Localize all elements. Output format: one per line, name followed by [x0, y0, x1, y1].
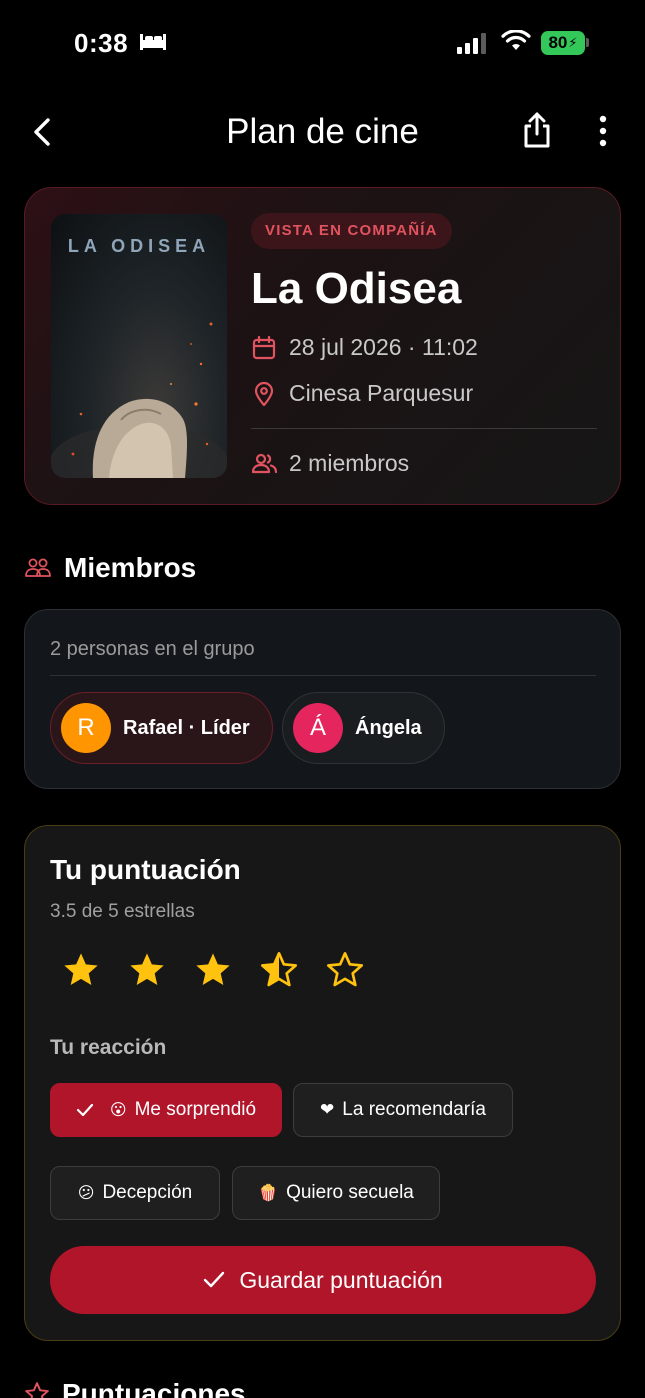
member-name: Rafael · Líder — [123, 716, 250, 739]
reaction-chip-disappointed[interactable]: 😕 Decepción — [50, 1166, 220, 1220]
reaction-label-text: La recomendaría — [342, 1099, 486, 1120]
half-star-icon-4[interactable] — [259, 950, 299, 990]
reaction-label-text: Me sorprendió — [134, 1099, 257, 1120]
heart-icon: ❤ — [320, 1100, 335, 1119]
save-button-label: Guardar puntuación — [239, 1266, 443, 1293]
people-icon — [251, 453, 277, 473]
star-icon-1[interactable] — [61, 950, 101, 990]
member-chip-angela[interactable]: Á Ángela — [282, 692, 445, 764]
avatar: R — [61, 703, 111, 753]
movie-plan-card[interactable]: LA ODISEA VISTA EN COMPAÑÍA La Odisea 28… — [24, 187, 621, 505]
more-options-icon[interactable] — [598, 114, 608, 153]
reaction-chip-recommend[interactable]: ❤ La recomendaría — [293, 1083, 513, 1137]
reaction-label-text: Decepción — [102, 1182, 193, 1203]
members-divider — [50, 675, 596, 676]
wifi-icon — [501, 29, 531, 57]
battery-indicator: 80 ⚡ — [541, 31, 585, 55]
ratings-section-heading: Puntuaciones — [24, 1378, 246, 1398]
save-rating-button[interactable]: Guardar puntuación — [50, 1246, 596, 1314]
member-chip-rafael[interactable]: R Rafael · Líder — [50, 692, 273, 764]
members-count-row: 2 miembros — [251, 450, 409, 477]
rating-summary: 3.5 de 5 estrellas — [50, 901, 195, 922]
reaction-chip-sequel[interactable]: 🍿 Quiero secuela — [232, 1166, 440, 1220]
shared-viewing-badge: VISTA EN COMPAÑÍA — [251, 213, 452, 249]
status-time: 0:38 — [74, 28, 129, 58]
ratings-heading: Puntuaciones — [62, 1378, 246, 1398]
reaction-label-text: Quiero secuela — [286, 1182, 414, 1203]
members-section-heading: Miembros — [24, 552, 196, 584]
star-outline-icon — [25, 1382, 49, 1398]
group-size-text: 2 personas en el grupo — [50, 638, 255, 660]
movie-poster: LA ODISEA — [51, 214, 227, 478]
reaction-label: Tu reacción — [50, 1036, 167, 1059]
card-divider — [251, 428, 597, 429]
star-icon-3[interactable] — [193, 950, 233, 990]
location-pin-icon — [254, 381, 274, 406]
members-card: 2 personas en el grupo R Rafael · Líder … — [24, 609, 621, 789]
sleep-mode-icon — [139, 32, 167, 57]
share-icon[interactable] — [520, 110, 554, 155]
your-rating-card: Tu puntuación 3.5 de 5 estrellas Tu reac… — [24, 825, 621, 1341]
empty-star-icon-5[interactable] — [325, 950, 365, 990]
date-time-row: 28 jul 2026 · 11:02 — [251, 334, 478, 361]
check-icon — [76, 1103, 94, 1117]
group-icon — [25, 558, 51, 577]
rating-title: Tu puntuación — [50, 854, 241, 885]
battery-tip — [586, 38, 589, 47]
venue-text: Cinesa Parquesur — [289, 380, 474, 406]
avatar: Á — [293, 703, 343, 753]
battery-level: 80 — [548, 33, 568, 52]
status-bar: 0:38 80 ⚡ — [0, 0, 645, 90]
popcorn-icon: 🍿 — [258, 1185, 279, 1202]
emoji-surprised-icon: 😮 — [109, 1102, 127, 1119]
venue-row: Cinesa Parquesur — [251, 380, 473, 407]
date-time-text: 28 jul 2026 · 11:02 — [289, 334, 478, 360]
star-icon-2[interactable] — [127, 950, 167, 990]
star-rating[interactable] — [61, 950, 365, 990]
members-count-text: 2 miembros — [289, 450, 410, 476]
check-icon — [204, 1271, 225, 1288]
emoji-confused-icon: 😕 — [77, 1185, 95, 1202]
reaction-chip-surprised[interactable]: 😮 Me sorprendió — [50, 1083, 282, 1137]
calendar-icon — [252, 335, 276, 359]
poster-artwork — [51, 322, 227, 478]
charging-bolt-icon: ⚡ — [568, 35, 578, 50]
members-heading: Miembros — [64, 552, 197, 583]
navigation-header: Plan de cine — [0, 100, 645, 164]
movie-title: La Odisea — [251, 264, 462, 313]
member-name: Ángela — [355, 716, 422, 739]
cellular-signal-icon — [457, 32, 486, 54]
